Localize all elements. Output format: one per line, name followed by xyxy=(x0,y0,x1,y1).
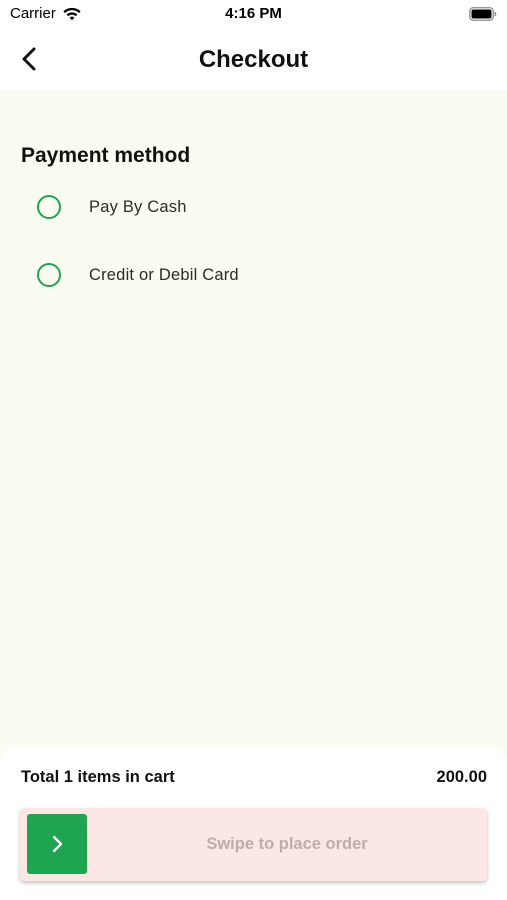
status-time: 4:16 PM xyxy=(225,5,282,22)
payment-option-label: Pay By Cash xyxy=(89,197,187,216)
page-title: Checkout xyxy=(198,46,309,73)
payment-option-card[interactable]: Credit or Debil Card xyxy=(30,255,470,295)
radio-button-card[interactable] xyxy=(37,263,61,287)
chevron-right-icon xyxy=(52,835,63,853)
swipe-to-order-label: Swipe to place order xyxy=(206,835,368,853)
checkout-screen: Carrier 4:16 PM Checkout Payment method xyxy=(0,0,507,900)
battery-icon xyxy=(469,7,497,21)
payment-option-cash[interactable]: Pay By Cash xyxy=(30,187,470,227)
cart-total-label: Total 1 items in cart xyxy=(21,768,175,786)
navigation-bar: Checkout xyxy=(0,30,507,90)
order-summary-sheet: Total 1 items in cart 200.00 Swipe to pl… xyxy=(0,745,507,900)
swipe-handle[interactable] xyxy=(27,814,87,874)
cart-total-value: 200.00 xyxy=(436,768,487,786)
payment-content: Payment method Pay By Cash Credit or Deb… xyxy=(0,90,507,760)
swipe-to-order-track[interactable]: Swipe to place order xyxy=(20,808,487,881)
payment-option-label: Credit or Debil Card xyxy=(89,265,239,284)
status-bar: Carrier 4:16 PM xyxy=(0,0,507,30)
payment-method-title: Payment method xyxy=(21,144,191,167)
radio-button-cash[interactable] xyxy=(37,195,61,219)
